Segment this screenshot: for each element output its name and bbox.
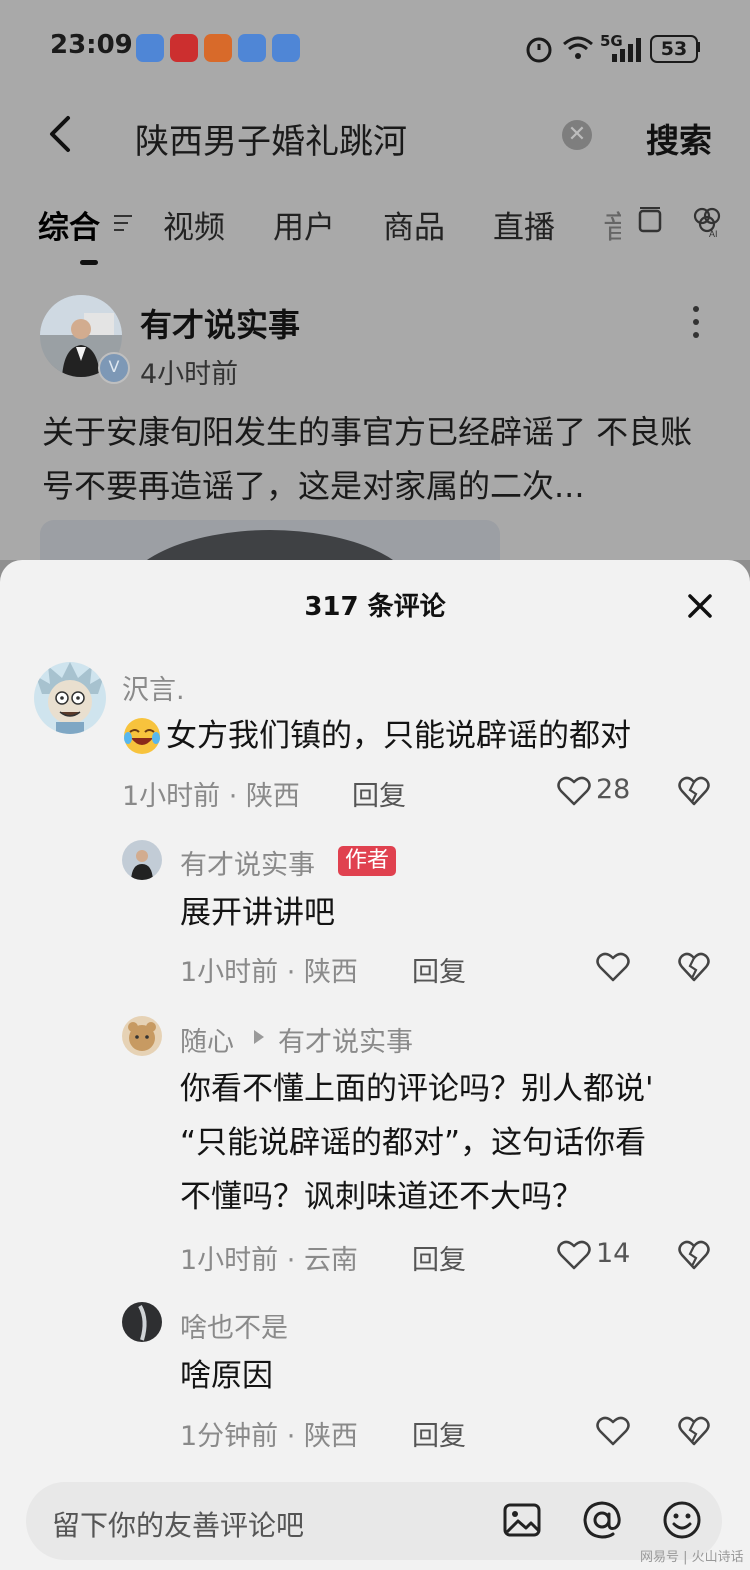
comment-text-line[interactable]: 不懂吗？讽刺味道还不大吗？ xyxy=(180,1170,583,1224)
tab-all[interactable]: 综合 xyxy=(38,202,100,247)
comment-text[interactable]: 啥原因 xyxy=(180,1349,273,1403)
reply-arrow-icon xyxy=(254,1030,264,1044)
post-author-name[interactable]: 有才说实事 xyxy=(140,300,300,346)
search-button[interactable]: 搜索 xyxy=(646,114,712,162)
signal-icon xyxy=(612,38,641,62)
app-notification-icon xyxy=(204,34,232,62)
tab-music[interactable]: 音 xyxy=(603,202,621,247)
heart-icon[interactable] xyxy=(557,776,591,806)
avatar[interactable] xyxy=(122,1302,162,1342)
tab-active-indicator xyxy=(80,260,98,265)
reply-button[interactable]: 回复 xyxy=(412,1414,466,1453)
svg-text:AI: AI xyxy=(709,229,718,238)
back-arrow-icon[interactable] xyxy=(42,112,82,156)
app-notification-icon xyxy=(238,34,266,62)
heart-icon[interactable] xyxy=(596,1416,630,1446)
layout-toggle-icon[interactable] xyxy=(636,206,664,236)
heart-icon[interactable] xyxy=(596,952,630,982)
search-input[interactable]: 陕西男子婚礼跳河 xyxy=(135,114,407,163)
comment-text-line[interactable]: “只能说辟谣的都对”，这句话你看 xyxy=(180,1116,646,1170)
close-icon[interactable] xyxy=(684,590,716,622)
avatar[interactable] xyxy=(34,662,106,734)
wifi-icon xyxy=(563,36,593,59)
status-time: 23:09 xyxy=(50,30,133,60)
tab-products[interactable]: 商品 xyxy=(383,202,445,247)
post-time: 4小时前 xyxy=(140,359,239,390)
comment-author[interactable]: 啥也不是 xyxy=(180,1306,288,1345)
comment-author[interactable]: 沢言. xyxy=(122,668,185,707)
comment-time: 1小时前 · 云南 xyxy=(180,1245,358,1276)
emoji-icon[interactable] xyxy=(662,1500,702,1540)
comment-time: 1小时前 · 陕西 xyxy=(180,957,358,988)
app-notification-icon xyxy=(272,34,300,62)
watermark: 网易号 | 火山诗话 xyxy=(640,1550,744,1565)
verified-badge-icon: V xyxy=(98,352,130,384)
ai-assistant-icon[interactable]: AI xyxy=(690,204,724,238)
avatar[interactable] xyxy=(122,840,162,880)
battery-tip xyxy=(697,42,700,52)
comment-time: 1分钟前 · 陕西 xyxy=(180,1421,358,1452)
reply-button[interactable]: 回复 xyxy=(412,950,466,989)
alarm-icon xyxy=(526,37,552,63)
post-text[interactable]: 关于安康旬阳发生的事官方已经辟谣了 不良账号不要再造谣了，这是对家属的二次... xyxy=(42,405,712,513)
battery-indicator: 53 xyxy=(650,35,698,63)
reply-button[interactable]: 回复 xyxy=(352,774,406,813)
laughing-crying-emoji-icon xyxy=(122,716,162,756)
comment-text-line[interactable]: 你看不懂上面的评论吗？别人都说' xyxy=(180,1062,654,1116)
comment-author[interactable]: 有才说实事 xyxy=(180,843,315,882)
app-notification-icon xyxy=(136,34,164,62)
broken-heart-icon[interactable] xyxy=(678,776,710,806)
comments-title: 317 条评论 xyxy=(304,592,446,622)
reply-button[interactable]: 回复 xyxy=(412,1238,466,1277)
tab-live[interactable]: 直播 xyxy=(493,202,555,247)
avatar[interactable] xyxy=(122,1016,162,1056)
broken-heart-icon[interactable] xyxy=(678,952,710,982)
more-options-icon[interactable] xyxy=(690,304,702,340)
broken-heart-icon[interactable] xyxy=(678,1416,710,1446)
mention-icon[interactable] xyxy=(582,1500,622,1540)
comment-input-placeholder[interactable]: 留下你的友善评论吧 xyxy=(52,1504,304,1544)
tab-users[interactable]: 用户 xyxy=(273,202,335,247)
comment-author[interactable]: 随心 xyxy=(180,1020,234,1059)
comment-time: 1小时前 · 陕西 xyxy=(122,781,300,812)
author-badge: 作者 xyxy=(338,846,397,876)
app-notification-icon xyxy=(170,34,198,62)
filter-icon[interactable] xyxy=(114,214,134,232)
like-count: 14 xyxy=(596,1238,631,1269)
clear-icon[interactable]: ✕ xyxy=(562,120,592,150)
heart-icon[interactable] xyxy=(557,1240,591,1270)
comment-text[interactable]: 展开讲讲吧 xyxy=(180,886,335,940)
tab-video[interactable]: 视频 xyxy=(163,202,225,247)
broken-heart-icon[interactable] xyxy=(678,1240,710,1270)
like-count: 28 xyxy=(596,774,631,805)
image-icon[interactable] xyxy=(502,1500,542,1540)
comment-text[interactable]: 女方我们镇的，只能说辟谣的都对 xyxy=(166,709,631,763)
reply-target[interactable]: 有才说实事 xyxy=(278,1020,413,1059)
